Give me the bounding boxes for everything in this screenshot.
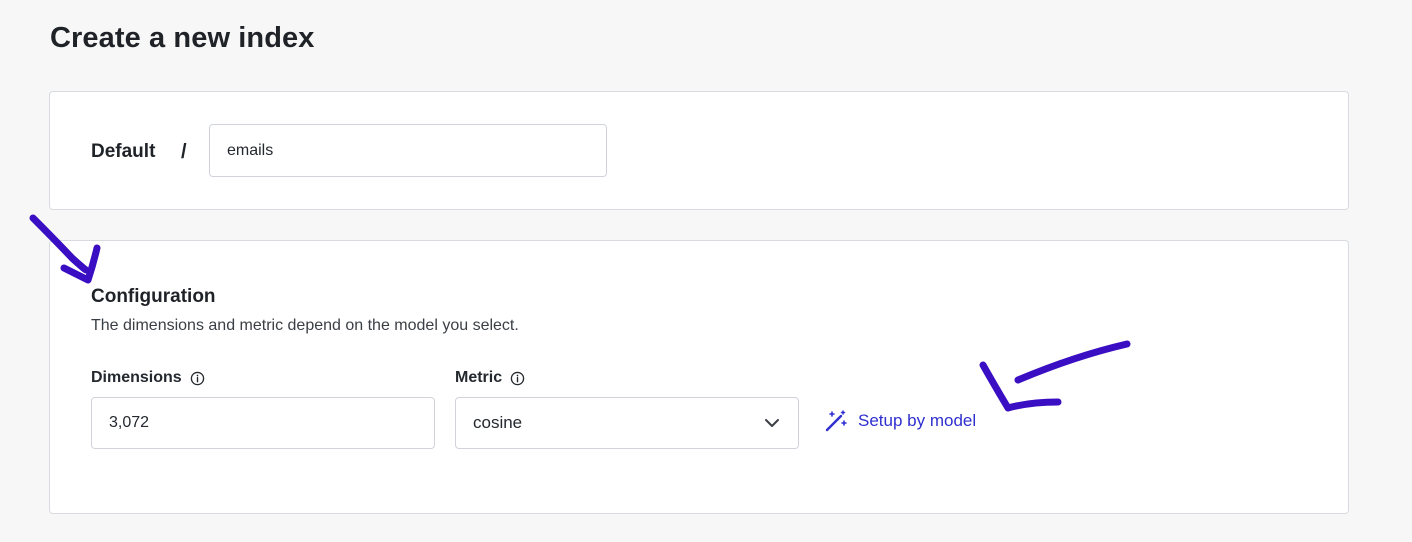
dimensions-label-text: Dimensions: [91, 369, 182, 386]
configuration-card: Configuration The dimensions and metric …: [49, 240, 1349, 514]
index-name-card: Default /: [49, 91, 1349, 210]
page-title: Create a new index: [50, 22, 315, 54]
magic-wand-icon: [825, 410, 847, 432]
metric-select[interactable]: cosine: [455, 397, 799, 449]
metric-label-text: Metric: [455, 369, 503, 386]
page: Create a new index Default / Configurati…: [0, 0, 1412, 542]
path-separator: /: [181, 141, 187, 163]
setup-by-model-label: Setup by model: [858, 411, 977, 430]
configuration-description: The dimensions and metric depend on the …: [91, 317, 519, 334]
setup-by-model-link[interactable]: Setup by model: [824, 409, 976, 433]
index-name-input[interactable]: [209, 124, 607, 177]
info-icon[interactable]: [510, 371, 525, 386]
metric-selected-value: cosine: [473, 413, 523, 432]
configuration-title: Configuration: [91, 286, 216, 307]
info-icon[interactable]: [190, 371, 205, 386]
project-label: Default: [91, 141, 156, 162]
dimensions-label: Dimensions: [91, 369, 205, 387]
metric-label: Metric: [455, 369, 525, 387]
dimensions-input[interactable]: [91, 397, 435, 449]
chevron-down-icon: [765, 419, 779, 427]
